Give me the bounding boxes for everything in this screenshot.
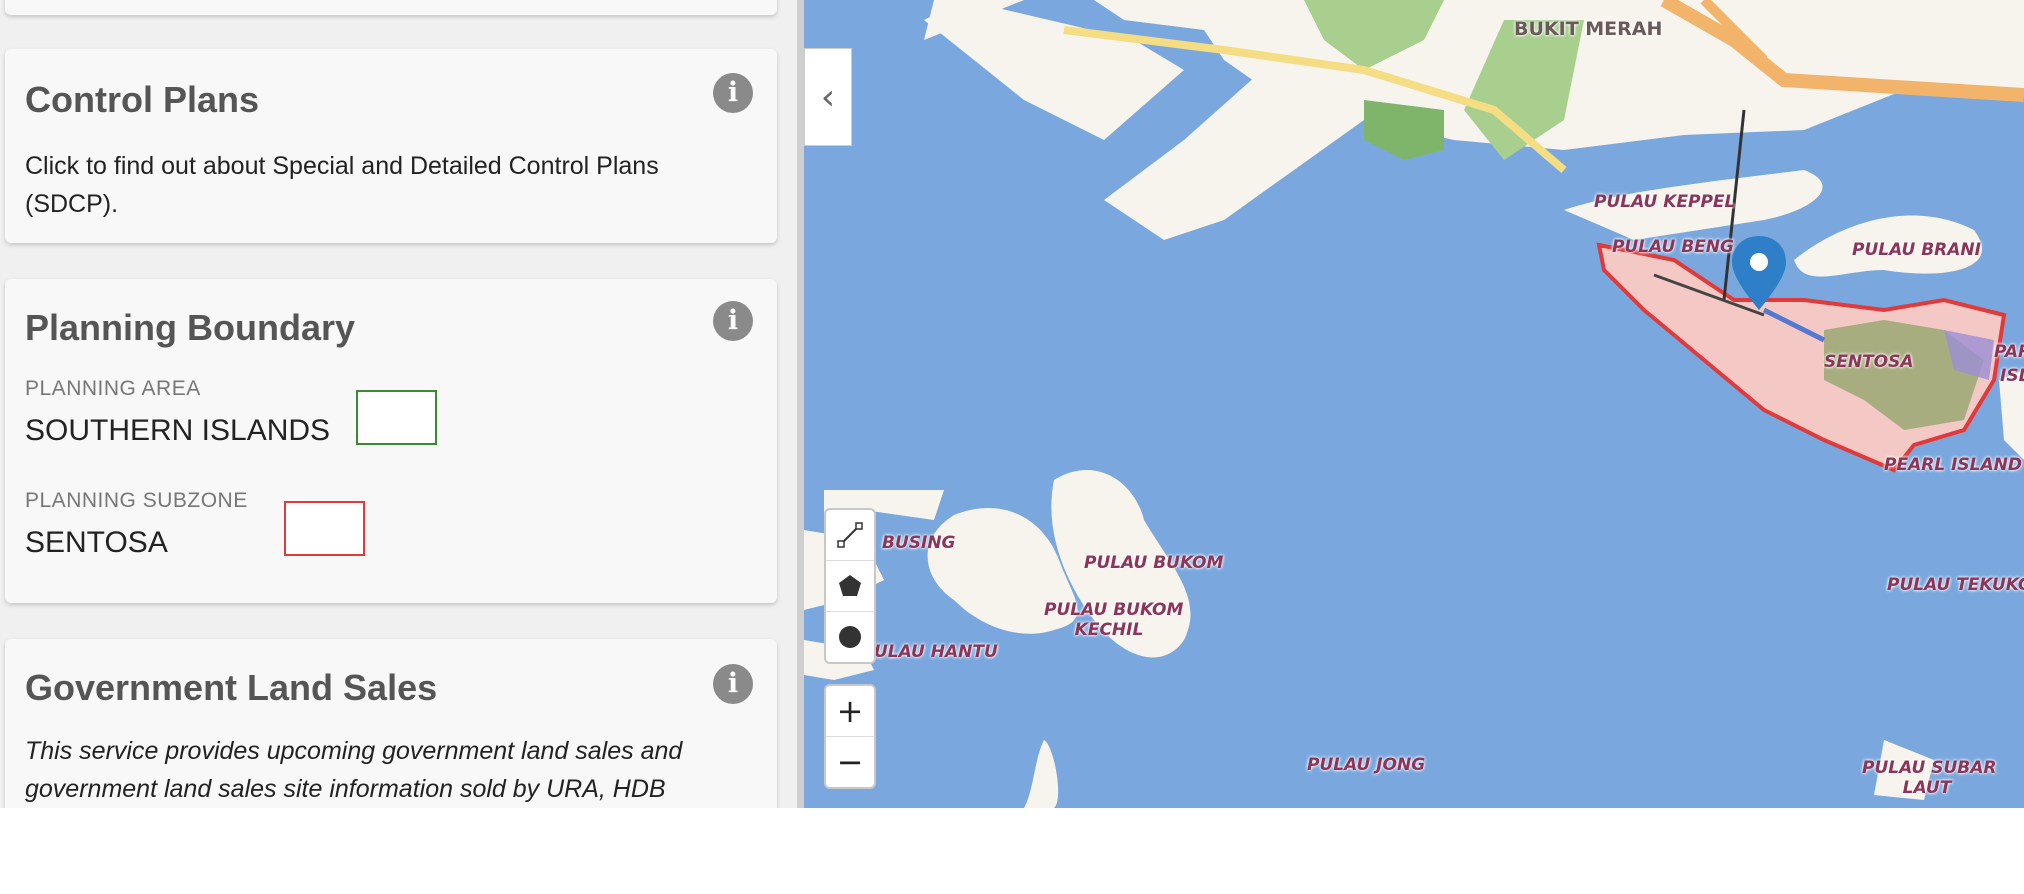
planning-area-label: PLANNING AREA <box>25 377 201 400</box>
draw-toolbar <box>824 508 876 664</box>
map-label-pulau-hantu: ULAU HANTU <box>874 642 998 662</box>
planning-boundary-title: Planning Boundary <box>25 307 356 348</box>
draw-polygon-button[interactable] <box>826 561 874 612</box>
map-label-pearl-island: PEARL ISLAND <box>1884 455 2022 475</box>
draw-line-button[interactable] <box>826 510 874 561</box>
map-label-edge-1: PAR <box>1994 342 2024 362</box>
map-label-pulau-bengkak: PULAU BENG <box>1612 237 1734 257</box>
planning-area-color-swatch <box>356 390 437 445</box>
planning-subzone-color-swatch <box>284 501 365 556</box>
map-label-pulau-subar-laut: PULAU SUBAR LAUT <box>1862 758 1997 798</box>
map-label-line: KECHIL <box>1074 620 1144 640</box>
map-label-pulau-brani: PULAU BRANI <box>1852 240 1981 260</box>
map-canvas <box>804 0 2024 808</box>
info-icon[interactable]: i <box>713 301 753 341</box>
map-label-pulau-jong: PULAU JONG <box>1307 755 1426 775</box>
map-label-pulau-tekukor: PULAU TEKUKO <box>1887 575 2024 595</box>
planning-boundary-card: Planning Boundary i PLANNING AREA SOUTHE… <box>5 279 777 603</box>
map-label-pulau-busing: BUSING <box>882 533 956 553</box>
previous-card <box>5 0 777 15</box>
gls-title: Government Land Sales <box>25 667 438 708</box>
info-icon[interactable]: i <box>713 664 753 704</box>
map-label-pulau-bukom: PULAU BUKOM <box>1084 553 1224 573</box>
collapse-panel-button[interactable]: ‹ <box>804 48 852 146</box>
map-label-bukit-merah: BUKIT MERAH <box>1514 18 1663 40</box>
control-plans-card[interactable]: Control Plans i Click to find out about … <box>5 49 777 243</box>
map-label-sentosa: SENTOSA <box>1824 352 1914 372</box>
draw-circle-icon <box>839 626 861 648</box>
map-label-edge-2: ISL <box>2000 366 2024 386</box>
draw-polygon-icon <box>839 575 861 596</box>
planning-subzone-label: PLANNING SUBZONE <box>25 489 248 512</box>
map-label-line: PULAU BUKOM <box>1044 600 1184 620</box>
government-land-sales-card: Government Land Sales i This service pro… <box>5 639 777 808</box>
draw-line-icon <box>837 522 863 548</box>
map-label-pulau-bukom-kechil: PULAU BUKOM KECHIL <box>1044 600 1184 640</box>
map-label-line: PULAU SUBAR <box>1862 758 1997 778</box>
planning-area-value: SOUTHERN ISLANDS <box>25 414 331 447</box>
map-label-pulau-keppel: PULAU KEPPEL <box>1594 192 1736 212</box>
control-plans-description[interactable]: Click to find out about Special and Deta… <box>25 147 747 223</box>
side-panel: Control Plans i Click to find out about … <box>0 0 800 808</box>
map-view[interactable]: BUKIT MERAH PULAU KEPPEL PULAU BENG PULA… <box>804 0 2024 808</box>
chevron-left-icon: ‹ <box>820 76 836 118</box>
map-label-line: LAUT <box>1902 778 1952 798</box>
zoom-in-button[interactable]: + <box>826 686 874 737</box>
info-icon[interactable]: i <box>713 73 753 113</box>
planning-subzone-value: SENTOSA <box>25 526 168 559</box>
control-plans-title: Control Plans <box>25 79 260 120</box>
zoom-out-button[interactable]: − <box>826 737 874 787</box>
panel-divider[interactable] <box>797 0 804 808</box>
gls-description: This service provides upcoming governmen… <box>25 737 683 803</box>
zoom-control: + − <box>824 684 876 789</box>
draw-circle-button[interactable] <box>826 612 874 662</box>
